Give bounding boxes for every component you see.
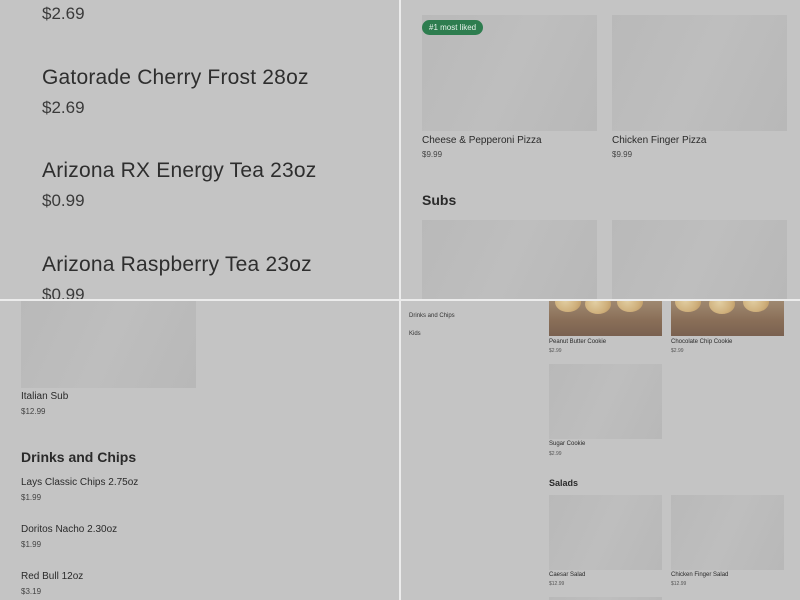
cookie-image xyxy=(743,300,769,312)
menu-item-partial[interactable]: $2.69 xyxy=(42,4,85,24)
menu-item[interactable]: Gatorade Cherry Frost 28oz $2.69 xyxy=(42,66,309,118)
product-price: $2.99 xyxy=(549,451,562,457)
product-name[interactable]: Sugar Cookie xyxy=(549,441,585,447)
menu-item-name: Gatorade Cherry Frost 28oz xyxy=(42,66,309,89)
cookie-image xyxy=(617,300,643,312)
product-image-placeholder[interactable] xyxy=(21,300,196,388)
menu-item[interactable]: Arizona RX Energy Tea 23oz $0.99 xyxy=(42,159,316,211)
list-item-price: $1.99 xyxy=(21,540,42,549)
most-liked-badge: #1 most liked xyxy=(422,20,484,35)
menu-item-price: $0.99 xyxy=(42,285,85,300)
section-heading-salads: Salads xyxy=(549,478,579,488)
product-price: $12.99 xyxy=(671,581,687,587)
product-name[interactable]: Chicken Finger Pizza xyxy=(612,135,706,146)
product-image-placeholder[interactable] xyxy=(612,220,787,300)
product-name[interactable]: Chocolate Chip Cookie xyxy=(671,339,732,345)
product-name[interactable]: Chicken Finger Salad xyxy=(671,572,728,578)
product-price: $12.99 xyxy=(549,581,565,587)
category-nav-item[interactable]: Kids xyxy=(409,331,421,337)
product-name[interactable]: Italian Sub xyxy=(21,391,68,402)
menu-item-name: Arizona Raspberry Tea 23oz xyxy=(42,253,312,276)
product-price: $9.99 xyxy=(612,150,633,159)
list-item-price: $1.99 xyxy=(21,493,42,502)
quadrant-divider-horizontal xyxy=(0,299,800,301)
product-image-placeholder[interactable] xyxy=(671,495,784,570)
product-price: $2.99 xyxy=(549,348,562,354)
list-item-name[interactable]: Red Bull 12oz xyxy=(21,571,83,582)
list-item-price: $3.19 xyxy=(21,587,42,596)
product-image-placeholder[interactable] xyxy=(549,364,662,439)
list-item-name[interactable]: Doritos Nacho 2.30oz xyxy=(21,524,117,535)
list-item-name[interactable]: Lays Classic Chips 2.75oz xyxy=(21,477,138,488)
cookie-image xyxy=(709,300,735,314)
cookie-photo[interactable] xyxy=(671,300,784,336)
cookie-photo[interactable] xyxy=(549,300,662,336)
product-name[interactable]: Caesar Salad xyxy=(549,572,585,578)
category-nav-item[interactable]: Drinks and Chips xyxy=(409,313,455,319)
product-name[interactable]: Cheese & Pepperoni Pizza xyxy=(422,135,542,146)
product-price: $2.99 xyxy=(671,348,684,354)
product-name[interactable]: Peanut Butter Cookie xyxy=(549,339,606,345)
menu-item[interactable]: Arizona Raspberry Tea 23oz $0.99 xyxy=(42,253,312,300)
section-heading-subs: Subs xyxy=(422,192,457,208)
menu-item-price: $0.99 xyxy=(42,191,85,210)
product-image-placeholder[interactable] xyxy=(549,495,662,570)
product-price: $9.99 xyxy=(422,150,443,159)
product-image-placeholder[interactable] xyxy=(422,220,597,300)
cookie-image xyxy=(675,300,701,312)
cookie-image xyxy=(555,300,581,312)
menu-item-price: $2.69 xyxy=(42,98,85,117)
zoomed-drinks-panel: $2.69 Gatorade Cherry Frost 28oz $2.69 A… xyxy=(0,0,400,300)
product-image-placeholder[interactable] xyxy=(612,15,787,131)
section-heading-drinks-and-chips: Drinks and Chips xyxy=(21,449,137,465)
menu-item-name: Arizona RX Energy Tea 23oz xyxy=(42,159,317,182)
menu-item-price: $2.69 xyxy=(42,4,85,23)
cookie-image xyxy=(585,300,611,314)
product-price: $12.99 xyxy=(21,407,46,416)
